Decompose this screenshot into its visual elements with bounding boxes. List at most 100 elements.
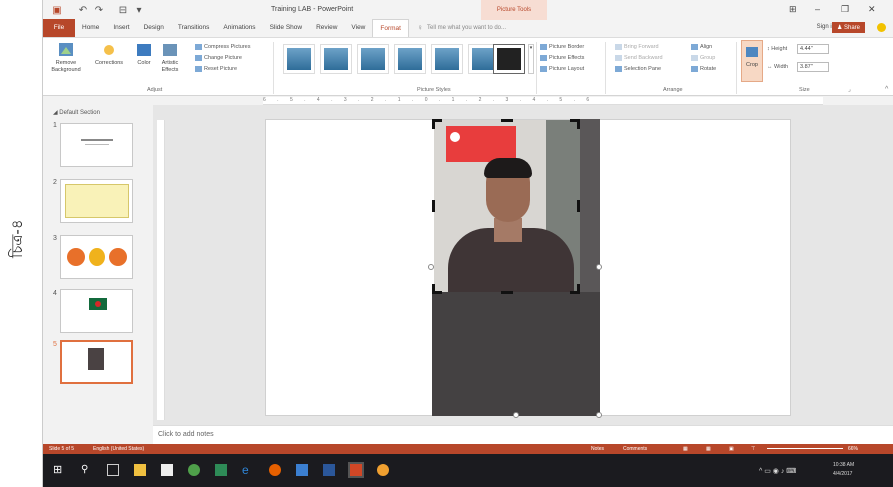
- artistic-effects-button[interactable]: Artistic Effects: [157, 42, 183, 74]
- ribbon-display-options-icon[interactable]: ⊞: [789, 4, 797, 15]
- size-dialog-launcher-icon[interactable]: ⌟: [848, 86, 851, 93]
- group-separator: [605, 42, 606, 94]
- tell-me-input[interactable]: Tell me what you want to do...: [423, 19, 506, 37]
- picture-layout-button[interactable]: Picture Layout: [540, 65, 584, 73]
- crop-handle-top-left[interactable]: [432, 119, 442, 129]
- resize-handle[interactable]: [596, 264, 602, 270]
- vertical-ruler: [157, 120, 165, 420]
- section-label[interactable]: ◢ Default Section: [53, 109, 100, 116]
- picture-effects-button[interactable]: Picture Effects: [540, 54, 584, 62]
- search-icon[interactable]: ⚲: [81, 464, 93, 476]
- send-backward-button[interactable]: Send Backward: [615, 54, 663, 62]
- zoom-level[interactable]: 66%: [848, 444, 858, 454]
- slide-thumbnail-5[interactable]: [60, 340, 133, 384]
- start-windows-icon[interactable]: ⊞: [53, 464, 65, 476]
- save-icon[interactable]: ▣: [49, 5, 65, 16]
- tab-slide-show[interactable]: Slide Show: [263, 19, 310, 37]
- slideshow-view-icon[interactable]: ⊤: [751, 444, 755, 454]
- tab-review[interactable]: Review: [309, 19, 344, 37]
- styles-gallery-scroll[interactable]: ▾: [528, 44, 534, 74]
- width-input[interactable]: 3.87": [797, 62, 829, 72]
- crop-handle-top[interactable]: [501, 119, 513, 122]
- crop-button[interactable]: Crop: [741, 40, 763, 82]
- collapse-ribbon-icon[interactable]: ^: [885, 86, 888, 93]
- slide-sorter-icon[interactable]: ▦: [706, 444, 711, 454]
- customize-qat-icon[interactable]: ▾: [131, 5, 147, 16]
- file-explorer-icon[interactable]: [134, 464, 146, 476]
- firefox-icon[interactable]: [269, 464, 281, 476]
- smiley-feedback-icon[interactable]: [877, 23, 886, 32]
- corrections-button[interactable]: Corrections: [91, 42, 127, 67]
- crop-handle-bottom-left[interactable]: [432, 284, 442, 294]
- picture-style-1[interactable]: [283, 44, 315, 74]
- restore-button[interactable]: ❐: [841, 4, 849, 15]
- reading-view-icon[interactable]: ▣: [729, 444, 734, 454]
- picture-style-2[interactable]: [320, 44, 352, 74]
- selection-pane-button[interactable]: Selection Pane: [615, 65, 661, 73]
- app-icon[interactable]: [188, 464, 200, 476]
- crop-handle-bottom[interactable]: [501, 291, 513, 294]
- undo-icon[interactable]: ↶: [75, 5, 91, 16]
- crop-handle-bottom-right[interactable]: [570, 284, 580, 294]
- edge-browser-icon[interactable]: e: [242, 464, 254, 476]
- task-view-icon[interactable]: [107, 464, 119, 476]
- tab-insert[interactable]: Insert: [106, 19, 136, 37]
- app-orange-icon[interactable]: [377, 464, 389, 476]
- resize-handle[interactable]: [513, 412, 519, 418]
- slide-thumbnail-2[interactable]: [60, 179, 133, 223]
- picture-border-button[interactable]: Picture Border: [540, 43, 584, 51]
- share-button[interactable]: ♟ Share: [831, 22, 865, 33]
- compress-pictures-button[interactable]: Compress Pictures: [195, 43, 250, 51]
- notes-status-button[interactable]: Notes: [591, 444, 604, 454]
- resize-handle[interactable]: [596, 412, 602, 418]
- slide-thumbnails-pane: ◢ Default Section 1 2 3 4 5: [43, 97, 153, 444]
- remove-background-button[interactable]: Remove Background: [49, 42, 83, 74]
- rotate-button[interactable]: Rotate: [691, 65, 716, 73]
- slide-thumbnail-1[interactable]: [60, 123, 133, 167]
- tab-view[interactable]: View: [344, 19, 372, 37]
- group-button[interactable]: Group: [691, 54, 715, 62]
- store-icon[interactable]: [161, 464, 173, 476]
- picture-style-5[interactable]: [431, 44, 463, 74]
- reset-picture-button[interactable]: Reset Picture: [195, 65, 237, 73]
- word-icon[interactable]: [323, 464, 335, 476]
- tab-format[interactable]: Format: [372, 19, 409, 37]
- tab-home[interactable]: Home: [75, 19, 106, 37]
- slide-number-1: 1: [53, 122, 57, 129]
- redo-icon[interactable]: ↷: [91, 5, 107, 16]
- align-button[interactable]: Align: [691, 43, 712, 51]
- portrait-photo[interactable]: [434, 120, 580, 292]
- group-separator: [273, 42, 274, 94]
- normal-view-icon[interactable]: ▦: [683, 444, 688, 454]
- excel-icon[interactable]: [215, 464, 227, 476]
- picture-style-4[interactable]: [394, 44, 426, 74]
- system-tray-icons[interactable]: ^ ▭ ◉ ♪ ⌨: [759, 467, 796, 475]
- notes-pane[interactable]: Click to add notes: [153, 425, 893, 444]
- picture-style-7[interactable]: [493, 44, 525, 74]
- crop-handle-top-right[interactable]: [570, 119, 580, 129]
- tab-transitions[interactable]: Transitions: [171, 19, 217, 37]
- comments-status-button[interactable]: Comments: [623, 444, 647, 454]
- crop-handle-right[interactable]: [577, 200, 580, 212]
- color-button[interactable]: Color: [133, 42, 155, 67]
- powerpoint-icon[interactable]: [348, 462, 364, 478]
- language-status[interactable]: English (United States): [93, 444, 144, 454]
- slide-thumbnail-4[interactable]: [60, 289, 133, 333]
- slide-thumbnail-3[interactable]: [60, 235, 133, 279]
- section-label-text: Default Section: [59, 110, 100, 116]
- close-button[interactable]: ✕: [868, 4, 876, 15]
- app-blue-icon[interactable]: [296, 464, 308, 476]
- zoom-slider[interactable]: [767, 448, 843, 449]
- height-input[interactable]: 4.44": [797, 44, 829, 54]
- start-from-beginning-icon[interactable]: ⊟: [115, 5, 131, 16]
- minimize-button[interactable]: –: [815, 4, 820, 14]
- tab-design[interactable]: Design: [137, 19, 171, 37]
- crop-handle-left[interactable]: [432, 200, 435, 212]
- picture-style-3[interactable]: [357, 44, 389, 74]
- tab-file[interactable]: File: [43, 19, 75, 37]
- crop-label: Crop: [746, 62, 758, 68]
- bring-forward-button[interactable]: Bring Forward: [615, 43, 659, 51]
- tab-animations[interactable]: Animations: [216, 19, 262, 37]
- change-picture-button[interactable]: Change Picture: [195, 54, 242, 62]
- resize-handle[interactable]: [428, 264, 434, 270]
